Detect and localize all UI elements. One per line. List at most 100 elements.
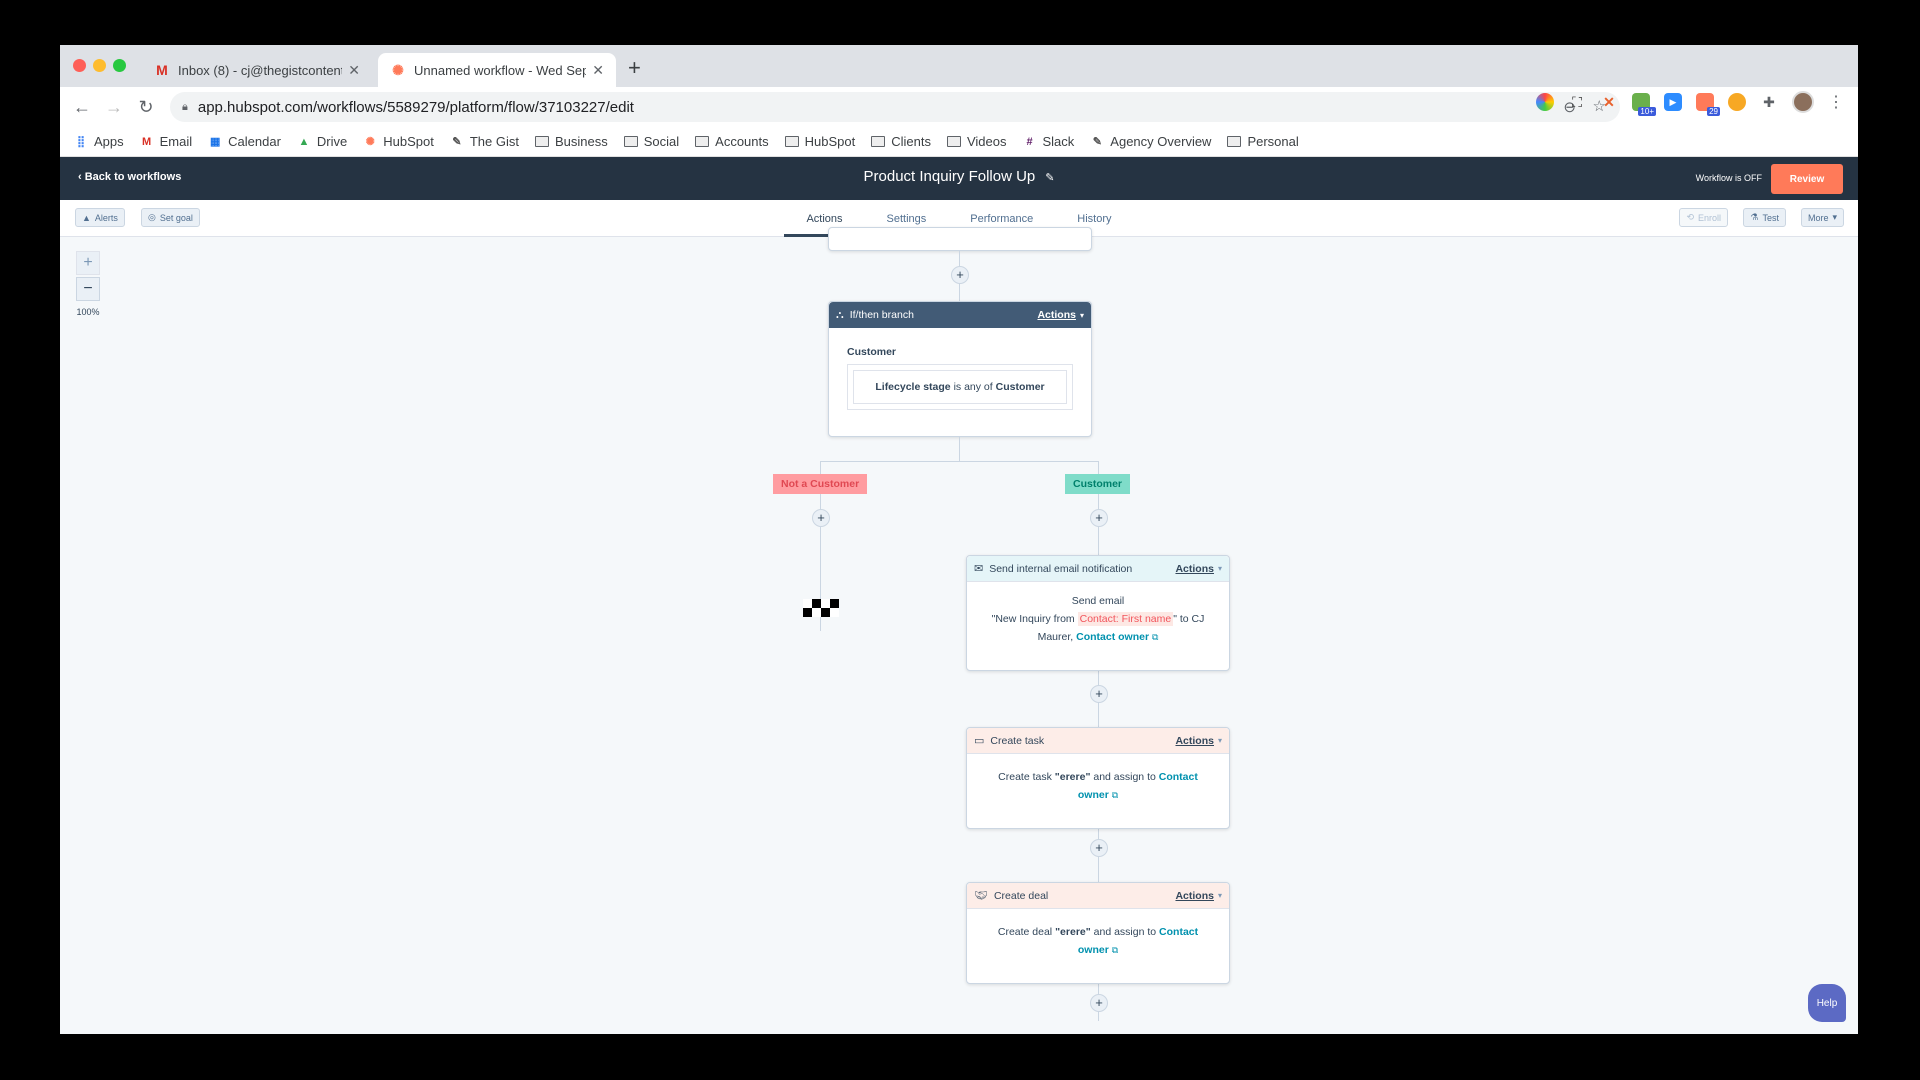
address-bar[interactable]: 🔒︎ app.hubspot.com/workflows/5589279/pla… (170, 92, 1620, 122)
back-arrow-icon[interactable]: ← (66, 97, 98, 118)
action-actions-menu[interactable]: Actions (1175, 563, 1214, 575)
profile-avatar[interactable] (1792, 91, 1814, 113)
bookmark-hubspot[interactable]: ✺ HubSpot (363, 134, 434, 149)
close-tab-icon[interactable]: ✕ (348, 62, 360, 79)
hubspot-extension-icon[interactable]: 29 (1696, 93, 1720, 116)
add-action-button[interactable]: + (812, 509, 830, 527)
gmail-icon: M (156, 62, 168, 78)
email-card-body: Send email "New Inquiry from Contact: Fi… (967, 582, 1229, 656)
forward-arrow-icon[interactable]: → (98, 97, 130, 118)
tab-title: Unnamed workflow - Wed Sep (414, 62, 587, 78)
previous-action-card[interactable] (828, 227, 1092, 251)
branch-condition-name: Customer (847, 346, 897, 358)
more-dropdown[interactable]: More ▾ (1800, 208, 1844, 227)
minimize-window-button[interactable] (93, 59, 106, 72)
close-window-button[interactable] (73, 59, 86, 72)
bookmark-label: Clients (891, 134, 931, 149)
color-extension-icon[interactable] (1536, 93, 1554, 111)
bookmark-the-gist[interactable]: ✎ The Gist (450, 134, 519, 149)
if-then-branch-card[interactable]: ⛬ If/then branch Actions ▾ Customer Lifec… (828, 301, 1092, 437)
bookmark-email[interactable]: M Email (140, 134, 192, 149)
browser-tab-inbox[interactable]: M Inbox (8) - cj@thegistcontent.c ✕ (142, 53, 372, 87)
bookmark-social[interactable]: Social (623, 134, 679, 149)
caret-down-icon: ▾ (1217, 564, 1222, 573)
review-button[interactable]: Review (1771, 164, 1843, 194)
bookmark-label: Agency Overview (1110, 134, 1212, 149)
personalization-token: Contact: First name (1077, 612, 1174, 626)
bookmark-apps[interactable]: ⣿ Apps (74, 134, 124, 149)
task-assign-text: and assign to (1093, 771, 1156, 783)
bookmark-accounts[interactable]: Accounts (695, 134, 769, 149)
bookmark-label: Calendar (228, 134, 281, 149)
bookmark-label: Business (554, 134, 608, 149)
zoom-in-button[interactable]: + (76, 251, 100, 275)
action-actions-menu[interactable]: Actions (1175, 735, 1214, 747)
enroll-button[interactable]: ⟲ Enroll (1679, 208, 1728, 227)
tab-title: Inbox (8) - cj@thegistcontent.c (178, 62, 343, 78)
more-label: More (1807, 212, 1829, 223)
bookmark-agency-overview[interactable]: ✎ Agency Overview (1090, 134, 1212, 149)
create-task-card[interactable]: ▭ Create task Actions ▾ Create task "erer… (966, 727, 1230, 829)
reload-icon[interactable]: ↻ (130, 97, 162, 118)
screenshot-extension-icon[interactable]: ⛶ (1568, 93, 1586, 111)
branch-label-not-customer[interactable]: Not a Customer (773, 474, 868, 494)
close-tab-icon[interactable]: ✕ (592, 62, 604, 79)
bookmark-drive[interactable]: ▲ Drive (297, 134, 347, 149)
bookmark-videos[interactable]: Videos (946, 134, 1007, 149)
hubspot-badge: 29 (1707, 107, 1720, 116)
puzzle-extensions-icon[interactable]: ✚ (1760, 93, 1778, 111)
zoom-out-button[interactable]: − (76, 277, 100, 301)
slack-icon: # (1026, 135, 1033, 148)
email-recipients: Maurer, (1037, 631, 1074, 643)
android-badge: 10+ (1638, 107, 1656, 116)
external-link-icon[interactable]: ⧉ (1112, 945, 1118, 955)
handshake-icon: 🤝︎ (974, 890, 988, 902)
bookmark-label: Videos (966, 134, 1007, 149)
add-action-button[interactable]: + (1090, 509, 1108, 527)
branch-actions-menu[interactable]: Actions (1037, 309, 1076, 321)
new-tab-button[interactable]: + (628, 55, 641, 81)
action-actions-menu[interactable]: Actions (1175, 890, 1214, 902)
orange-extension-icon[interactable] (1728, 93, 1746, 111)
folder-icon (623, 135, 638, 149)
bookmark-personal[interactable]: Personal (1227, 134, 1299, 149)
gist-icon: ✎ (452, 136, 462, 148)
add-action-button[interactable]: + (951, 266, 969, 284)
pencil-icon[interactable]: ✎ (1045, 172, 1054, 184)
bookmark-hubspot[interactable]: HubSpot (784, 134, 855, 149)
bookmark-slack[interactable]: # Slack (1023, 134, 1074, 149)
android-extension-icon[interactable]: 10+ (1632, 93, 1656, 116)
condition-filter[interactable]: Lifecycle stage is any of Customer (853, 370, 1067, 404)
bookmarks-bar: ⣿ Apps M Email ▦ Calendar ▲ Drive ✺ HubSpot ✎ The G… (60, 127, 1858, 157)
workflow-title[interactable]: Product Inquiry Follow Up ✎ (60, 168, 1858, 185)
create-deal-card[interactable]: 🤝︎ Create deal Actions ▾ Create deal "ere… (966, 882, 1230, 984)
end-flag-icon (803, 599, 839, 617)
add-action-button[interactable]: + (1090, 839, 1108, 857)
gist-icon: ✎ (1092, 136, 1102, 148)
email-card-header: ✉ Send internal email notification Actio… (967, 556, 1229, 582)
help-button[interactable]: Help (1808, 984, 1846, 1022)
drive-icon: ▲ (298, 135, 310, 148)
x-extension-icon[interactable]: ✕ (1600, 93, 1618, 111)
deal-name: "erere" (1055, 926, 1091, 938)
zoom-controls: + − 100% (76, 251, 100, 317)
task-card-header: ▭ Create task Actions ▾ (967, 728, 1229, 754)
branch-label-customer[interactable]: Customer (1065, 474, 1131, 494)
browser-menu-icon[interactable]: ⋮ (1828, 92, 1844, 112)
test-button[interactable]: ⚗ Test (1743, 208, 1786, 227)
task-name: "erere" (1054, 771, 1091, 783)
contact-owner-link[interactable]: Contact owner (1076, 631, 1149, 643)
browser-tab-workflow[interactable]: ✺ Unnamed workflow - Wed Sep ✕ (378, 53, 616, 87)
external-link-icon[interactable]: ⧉ (1152, 632, 1158, 642)
bookmark-calendar[interactable]: ▦ Calendar (208, 134, 281, 149)
zoom-level: 100% (76, 307, 100, 317)
add-action-button[interactable]: + (1090, 685, 1108, 703)
bookmark-business[interactable]: Business (534, 134, 608, 149)
add-action-button[interactable]: + (1090, 994, 1108, 1012)
external-link-icon[interactable]: ⧉ (1112, 790, 1118, 800)
workflow-canvas[interactable]: + − 100% + ⛬ If/then branch Actions ▾ Cus… (60, 227, 1858, 1034)
maximize-window-button[interactable] (113, 59, 126, 72)
zoom-extension-icon[interactable]: ▶ (1664, 93, 1682, 111)
bookmark-clients[interactable]: Clients (871, 134, 931, 149)
send-email-notification-card[interactable]: ✉ Send internal email notification Actio… (966, 555, 1230, 671)
